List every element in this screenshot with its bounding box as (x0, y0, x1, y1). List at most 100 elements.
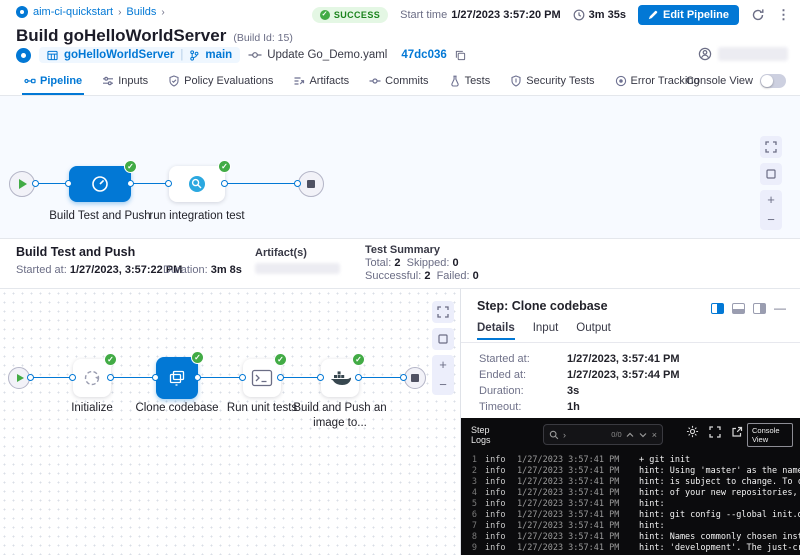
layout-split-bottom-icon[interactable] (732, 303, 745, 314)
step-graph-canvas[interactable]: ✓ Initialize ✓ Clone codebase ✓ Run unit… (0, 289, 460, 555)
error-tracking-icon (615, 75, 627, 87)
canvas-fullscreen-button[interactable] (432, 301, 454, 323)
redacted-artifact-link[interactable] (255, 263, 340, 274)
detail-row-duration: Duration:3s (479, 385, 579, 397)
stage-label[interactable]: Build Test and Push (45, 209, 155, 224)
connector-dot (355, 374, 362, 381)
canvas-fit-button[interactable] (760, 163, 782, 185)
redacted-user-name (718, 47, 788, 61)
log-line: 1info1/27/2023 3:57:41 PM+ git init (461, 455, 800, 466)
docker-icon (329, 370, 351, 387)
zoom-out-button[interactable]: − (439, 375, 447, 395)
log-line: 7info1/27/2023 3:57:41 PMhint: (461, 521, 800, 532)
success-check-icon: ✓ (191, 351, 204, 364)
total-duration: 3m 35s (573, 9, 626, 21)
terminal-icon (251, 369, 273, 387)
console-view-button[interactable]: Console View (747, 423, 793, 447)
tab-tests[interactable]: Tests (439, 66, 501, 95)
step-node-run-unit-tests[interactable]: ✓ (243, 359, 281, 397)
log-line: 4info1/27/2023 3:57:41 PMhint: of your n… (461, 488, 800, 499)
play-icon (19, 179, 27, 189)
log-fullscreen-icon[interactable] (709, 426, 721, 438)
module-icon (16, 6, 28, 18)
step-label[interactable]: Build and Push an image to... (288, 401, 392, 431)
security-shield-icon (510, 75, 522, 87)
canvas-fit-button[interactable] (432, 328, 454, 350)
repo-branch-pill[interactable]: goHelloWorldServer | main (39, 47, 240, 63)
canvas-fullscreen-button[interactable] (760, 136, 782, 158)
pencil-icon (648, 10, 658, 20)
log-lines[interactable]: 1info1/27/2023 3:57:41 PM+ git init 2inf… (461, 455, 800, 555)
connector-dot (152, 374, 159, 381)
search-prev-icon[interactable] (626, 432, 634, 438)
tab-artifacts[interactable]: Artifacts (283, 66, 359, 95)
log-open-external-icon[interactable] (731, 426, 743, 438)
tab-commits[interactable]: Commits (359, 66, 438, 95)
breadcrumb: aim-ci-quickstart › Builds › (16, 6, 165, 18)
tab-pipeline[interactable]: Pipeline (14, 66, 92, 95)
edit-pipeline-button[interactable]: Edit Pipeline (638, 5, 739, 25)
connector-dot (294, 180, 301, 187)
panel-tab-input[interactable]: Input (533, 322, 559, 340)
pill-divider: | (180, 49, 183, 61)
connector-dot (239, 374, 246, 381)
tab-policy-evaluations[interactable]: Policy Evaluations (158, 66, 283, 95)
branch-name[interactable]: main (205, 49, 232, 61)
pipeline-icon (24, 75, 36, 87)
page-header: aim-ci-quickstart › Builds › ✓ SUCCESS S… (0, 0, 800, 66)
canvas-zoom-controls[interactable]: +− (760, 190, 782, 230)
copy-icon[interactable] (455, 50, 466, 61)
step-node-build-push-image[interactable]: ✓ (321, 359, 359, 397)
commit-message[interactable]: Update Go_Demo.yaml (248, 49, 387, 61)
log-line: 3info1/27/2023 3:57:41 PMhint: is subjec… (461, 477, 800, 488)
console-view-toggle[interactable] (760, 74, 786, 88)
repo-name[interactable]: goHelloWorldServer (64, 49, 174, 61)
breadcrumb-builds[interactable]: Builds (126, 6, 156, 18)
detail-row-ended: Ended at:1/27/2023, 3:57:44 PM (479, 369, 680, 381)
breadcrumb-project[interactable]: aim-ci-quickstart (33, 6, 113, 18)
step-node-initialize[interactable]: ✓ (73, 359, 111, 397)
detail-row-started: Started at:1/27/2023, 3:57:41 PM (479, 353, 680, 365)
commits-icon (369, 75, 381, 87)
success-check-icon: ✓ (104, 353, 117, 366)
triggered-by (698, 47, 788, 61)
commit-hash[interactable]: 47dc036 (401, 49, 446, 61)
step-node-clone-codebase[interactable]: ✓ (156, 357, 198, 399)
play-icon (17, 374, 24, 382)
branch-icon (189, 50, 199, 61)
layout-split-right-active-icon[interactable] (711, 303, 724, 314)
connector-dot (194, 374, 201, 381)
stage-graph-canvas[interactable]: ✓ Build Test and Push ✓ run integration … (0, 96, 800, 238)
stage-duration: Duration: 3m 8s (163, 264, 242, 276)
log-line: 5info1/27/2023 3:57:41 PMhint: (461, 499, 800, 510)
panel-tab-output[interactable]: Output (576, 322, 611, 340)
search-result-count: 0/0 (611, 430, 621, 439)
tab-security-tests[interactable]: Security Tests (500, 66, 604, 95)
start-time: Start time 1/27/2023 3:57:20 PM (400, 9, 561, 21)
search-next-icon[interactable] (639, 432, 647, 438)
layout-split-right-icon[interactable] (753, 303, 766, 314)
connector-dot (127, 180, 134, 187)
refresh-icon[interactable] (751, 8, 765, 22)
stage-summary-strip: Build Test and Push Started at: 1/27/202… (0, 238, 800, 289)
more-options-icon[interactable]: ⋮ (777, 7, 790, 23)
repo-icon (47, 50, 58, 61)
connector-dot (165, 180, 172, 187)
panel-tab-details[interactable]: Details (477, 322, 515, 340)
search-clear-icon[interactable]: × (652, 430, 657, 440)
stage-node-build-test-push[interactable]: ✓ (69, 166, 131, 202)
stage-node-run-integration-test[interactable]: ✓ (169, 166, 225, 202)
tab-inputs[interactable]: Inputs (92, 66, 158, 95)
stage-label[interactable]: run integration test (147, 209, 247, 224)
success-check-icon: ✓ (274, 353, 287, 366)
canvas-zoom-controls[interactable]: +− (432, 355, 454, 395)
connector-dot (221, 180, 228, 187)
stage-started-at: Started at: 1/27/2023, 3:57:22 PM (16, 264, 182, 276)
log-settings-gear-icon[interactable] (686, 425, 699, 438)
connector-dot (65, 180, 72, 187)
minimize-panel-icon[interactable]: — (774, 301, 786, 315)
zoom-out-button[interactable]: − (767, 210, 775, 230)
zoom-in-button[interactable]: + (767, 190, 775, 210)
log-search-input[interactable]: › 0/0 × (543, 424, 663, 445)
zoom-in-button[interactable]: + (439, 355, 447, 375)
